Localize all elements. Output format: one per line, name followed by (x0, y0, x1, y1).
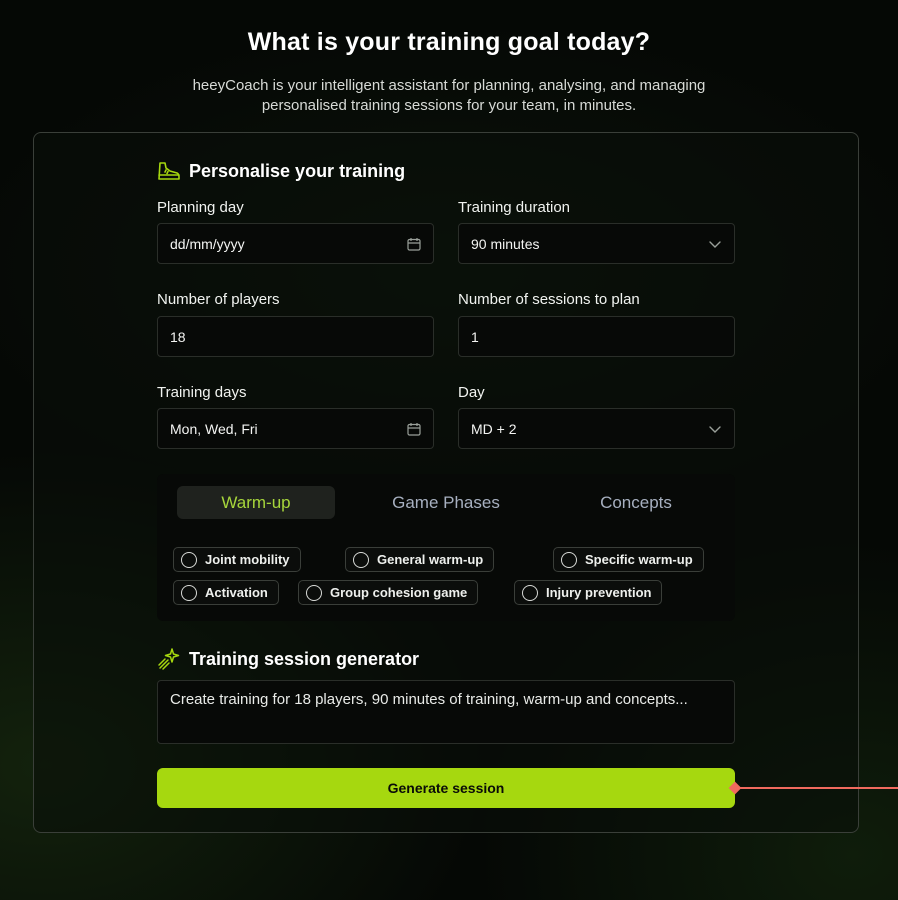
planning-day-placeholder: dd/mm/yyyy (170, 235, 245, 252)
option-label: General warm-up (377, 552, 484, 567)
day-value: MD + 2 (471, 420, 517, 437)
day-label: Day (458, 384, 485, 401)
page-subtitle: heeyCoach is your intelligent assistant … (192, 77, 706, 114)
option-label: Activation (205, 585, 268, 600)
chevron-down-icon (708, 422, 722, 436)
training-days-value: Mon, Wed, Fri (170, 420, 258, 437)
planning-day-field[interactable]: dd/mm/yyyy (157, 223, 434, 264)
day-select[interactable]: MD + 2 (458, 408, 735, 449)
sessions-to-plan-value: 1 (471, 328, 479, 345)
connector-annotation (728, 781, 898, 795)
session-prompt-textarea[interactable]: Create training for 18 players, 90 minut… (157, 680, 735, 744)
generate-session-button[interactable]: Generate session (157, 768, 735, 808)
radio-icon (353, 551, 369, 568)
number-of-players-input[interactable]: 18 (157, 316, 434, 357)
sessions-to-plan-input[interactable]: 1 (458, 316, 735, 357)
option-general-warm-up[interactable]: General warm-up (345, 547, 495, 572)
sparkle-icon (157, 647, 181, 671)
training-days-label: Training days (157, 384, 247, 401)
option-injury-prevention[interactable]: Injury prevention (514, 580, 663, 605)
radio-icon (561, 551, 577, 568)
radio-icon (181, 551, 197, 568)
page-title: What is your training goal today? (247, 28, 651, 56)
training-duration-value: 90 minutes (471, 235, 540, 252)
training-days-field[interactable]: Mon, Wed, Fri (157, 408, 434, 449)
number-of-players-label: Number of players (157, 291, 280, 308)
calendar-icon[interactable] (407, 237, 421, 251)
option-label: Group cohesion game (330, 585, 468, 600)
tab-game-phases[interactable]: Game Phases (367, 486, 525, 519)
radio-icon (306, 584, 322, 601)
radio-icon (522, 584, 538, 601)
option-label: Joint mobility (205, 552, 290, 567)
generator-heading: Training session generator (157, 647, 419, 671)
sneaker-icon (157, 160, 181, 182)
sessions-to-plan-label: Number of sessions to plan (458, 291, 640, 308)
chevron-down-icon (708, 237, 722, 251)
radio-icon (181, 584, 197, 601)
personalise-heading: Personalise your training (157, 160, 405, 182)
option-group-cohesion-game[interactable]: Group cohesion game (298, 580, 479, 605)
tab-warm-up[interactable]: Warm-up (177, 486, 335, 519)
training-duration-select[interactable]: 90 minutes (458, 223, 735, 264)
personalise-heading-text: Personalise your training (189, 160, 406, 181)
tab-concepts[interactable]: Concepts (557, 486, 715, 519)
option-specific-warm-up[interactable]: Specific warm-up (553, 547, 704, 572)
option-label: Injury prevention (546, 585, 652, 600)
calendar-icon[interactable] (407, 422, 421, 436)
planning-day-label: Planning day (157, 199, 244, 216)
generator-heading-text: Training session generator (189, 648, 420, 669)
training-duration-label: Training duration (458, 199, 571, 216)
option-joint-mobility[interactable]: Joint mobility (173, 547, 301, 572)
option-label: Specific warm-up (585, 552, 693, 567)
warmup-tabs-panel: Warm-up Game Phases Concepts Joint mobil… (157, 474, 735, 621)
option-activation[interactable]: Activation (173, 580, 279, 605)
number-of-players-value: 18 (170, 328, 186, 345)
